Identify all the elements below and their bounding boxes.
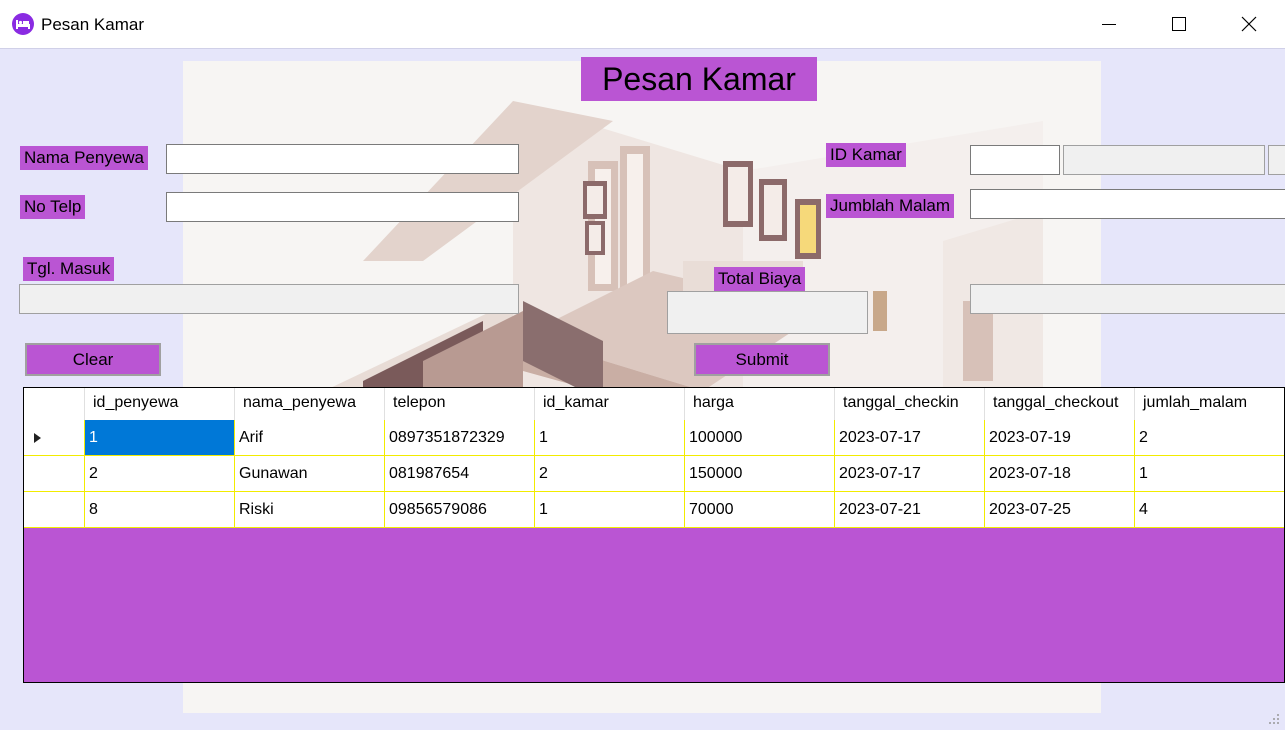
booking-data-grid[interactable]: id_penyewa nama_penyewa telepon id_kamar har…: [23, 387, 1285, 683]
grid-column-header[interactable]: id_penyewa: [85, 388, 235, 420]
window-title: Pesan Kamar: [41, 15, 144, 34]
grid-cell[interactable]: 2: [85, 456, 235, 492]
grid-cell[interactable]: 2023-07-19: [985, 420, 1135, 456]
grid-cell[interactable]: 2: [535, 456, 685, 492]
form-heading: Pesan Kamar: [581, 57, 817, 101]
nama-penyewa-input[interactable]: [166, 144, 519, 174]
grid-column-header[interactable]: telepon: [385, 388, 535, 420]
row-header[interactable]: [24, 456, 85, 492]
grid-cell[interactable]: 2023-07-25: [985, 492, 1135, 528]
grid-cell[interactable]: 1: [535, 420, 685, 456]
id-kamar-label: ID Kamar: [826, 143, 906, 167]
grid-cell[interactable]: 2023-07-18: [985, 456, 1135, 492]
tgl-keluar-field[interactable]: [970, 284, 1285, 314]
nama-penyewa-label: Nama Penyewa: [20, 146, 149, 170]
grid-column-header[interactable]: id_kamar: [535, 388, 685, 420]
table-row[interactable]: 2 Gunawan 081987654 2 150000 2023-07-17 2023-0…: [24, 456, 1284, 492]
kamar-info-field[interactable]: [1063, 145, 1265, 175]
grid-column-header[interactable]: harga: [685, 388, 835, 420]
maximize-button[interactable]: [1144, 0, 1214, 48]
grid-cell[interactable]: 150000: [685, 456, 835, 492]
grid-cell[interactable]: 8: [85, 492, 235, 528]
grid-cell[interactable]: 09856579086: [385, 492, 535, 528]
table-row[interactable]: 8 Riski 09856579086 1 70000 2023-07-21 2023-07…: [24, 492, 1284, 528]
grid-column-header[interactable]: jumlah_malam: [1135, 388, 1284, 420]
tgl-masuk-datepicker[interactable]: [19, 284, 519, 314]
grid-header-row: id_penyewa nama_penyewa telepon id_kamar har…: [24, 388, 1284, 421]
maximize-icon: [1172, 17, 1186, 31]
minimize-icon: [1102, 24, 1116, 25]
grid-cell[interactable]: 4: [1135, 492, 1284, 528]
grid-cell[interactable]: 1: [535, 492, 685, 528]
grid-corner-header: [24, 388, 85, 420]
close-icon: [1241, 16, 1257, 32]
resize-grip-icon[interactable]: [1266, 711, 1280, 725]
grid-cell[interactable]: 100000: [685, 420, 835, 456]
grid-cell[interactable]: Gunawan: [235, 456, 385, 492]
grid-cell[interactable]: Riski: [235, 492, 385, 528]
total-biaya-field[interactable]: [667, 291, 868, 334]
grid-cell[interactable]: 2023-07-17: [835, 456, 985, 492]
jumlah-malam-input[interactable]: [970, 189, 1285, 219]
no-telp-input[interactable]: [166, 192, 519, 222]
table-row[interactable]: 1 Arif 0897351872329 1 100000 2023-07-17 2023-…: [24, 420, 1284, 456]
submit-button[interactable]: Submit: [694, 343, 830, 376]
grid-cell[interactable]: 1: [1135, 456, 1284, 492]
title-bar: Pesan Kamar: [0, 0, 1285, 49]
grid-cell[interactable]: 2023-07-21: [835, 492, 985, 528]
total-biaya-label: Total Biaya: [714, 267, 806, 291]
current-row-indicator-icon: [34, 433, 41, 443]
row-header[interactable]: [24, 492, 85, 528]
grid-cell[interactable]: 2: [1135, 420, 1284, 456]
form-client-area: Pesan Kamar Nama Penyewa No Telp Tgl. Ma…: [0, 49, 1285, 730]
kamar-extra-field[interactable]: [1268, 145, 1285, 175]
grid-column-header[interactable]: tanggal_checkin: [835, 388, 985, 420]
row-header[interactable]: [24, 420, 85, 456]
grid-cell[interactable]: 1: [85, 420, 235, 456]
grid-cell[interactable]: 0897351872329: [385, 420, 535, 456]
grid-column-header[interactable]: tanggal_checkout: [985, 388, 1135, 420]
tgl-masuk-label: Tgl. Masuk: [23, 257, 115, 281]
grid-cell[interactable]: 2023-07-17: [835, 420, 985, 456]
id-kamar-input[interactable]: [970, 145, 1060, 175]
grid-cell[interactable]: 081987654: [385, 456, 535, 492]
grid-cell[interactable]: Arif: [235, 420, 385, 456]
jumlah-malam-label: Jumblah Malam: [826, 194, 954, 218]
close-button[interactable]: [1214, 0, 1284, 48]
minimize-button[interactable]: [1074, 0, 1144, 48]
grid-cell[interactable]: 70000: [685, 492, 835, 528]
no-telp-label: No Telp: [20, 195, 86, 219]
grid-column-header[interactable]: nama_penyewa: [235, 388, 385, 420]
bed-icon: [12, 13, 34, 35]
clear-button[interactable]: Clear: [25, 343, 161, 376]
